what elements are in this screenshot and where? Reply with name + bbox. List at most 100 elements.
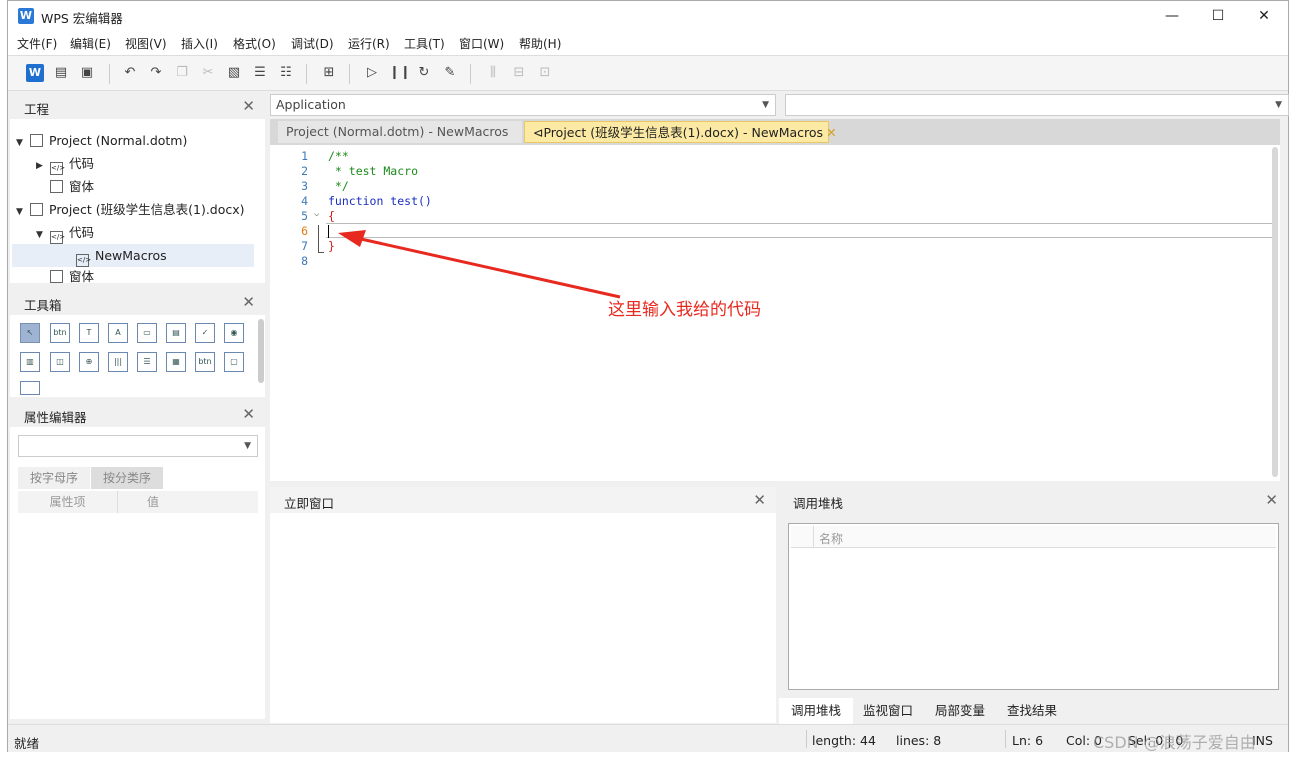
menu-help[interactable]: 帮助(H) — [519, 35, 561, 52]
immediate-window[interactable]: 立即窗口 ✕ — [270, 487, 776, 723]
close-tab-icon[interactable]: ✕ — [826, 125, 836, 140]
tab-watch[interactable]: 监视窗口 — [851, 698, 925, 724]
macro-tab-icon: ⊲ — [533, 125, 544, 140]
pointer-tool-icon[interactable]: ↖ — [20, 323, 40, 343]
wps-logo-icon[interactable]: W — [26, 64, 44, 82]
callstack-list[interactable]: 名称 — [788, 523, 1279, 690]
tab-alphabetic[interactable]: 按字母序 — [18, 467, 90, 489]
label-tool-icon[interactable]: T — [79, 323, 99, 343]
title-bar: W WPS 宏编辑器 — ☐ ✕ — [8, 1, 1288, 31]
code-folder-icon: </> — [50, 162, 65, 175]
fold-icon[interactable]: ⌵ — [314, 209, 319, 219]
tree-item-doc-project[interactable]: ▼ Project (班级学生信息表(1).docx) — [16, 198, 245, 221]
close-icon[interactable]: ✕ — [1265, 491, 1278, 509]
close-icon[interactable]: ✕ — [242, 97, 255, 115]
tab-callstack[interactable]: 调用堆栈 — [779, 698, 854, 724]
cut-icon[interactable]: ✂ — [199, 64, 217, 82]
menu-file[interactable]: 文件(F) — [17, 35, 57, 52]
tab-categorized[interactable]: 按分类序 — [91, 467, 163, 489]
close-icon[interactable]: ✕ — [753, 491, 766, 509]
menu-insert[interactable]: 插入(I) — [181, 35, 218, 52]
distribute-icon[interactable]: ⊡ — [536, 64, 554, 82]
menu-window[interactable]: 窗口(W) — [459, 35, 504, 52]
listbox-tool-icon[interactable]: ▥ — [20, 352, 40, 372]
project-icon — [30, 134, 43, 147]
properties-panel: 属性编辑器 ✕ ▼ 按字母序 按分类序 属性项 值 — [10, 401, 265, 719]
status-length: length: 44 — [812, 733, 876, 748]
tab-normal-newmacros[interactable]: Project (Normal.dotm) - NewMacros — [278, 121, 522, 143]
picture-tool-icon[interactable]: ▢ — [224, 352, 244, 372]
object-combo[interactable]: Application ▼ — [270, 94, 776, 116]
copy-icon[interactable]: ❐ — [173, 64, 191, 82]
status-line-number: Ln: 6 — [1012, 733, 1044, 748]
tree-item-code[interactable]: ▶ </> 代码 — [36, 152, 94, 175]
frame-tool-icon[interactable]: ▭ — [137, 323, 157, 343]
insert-userform-icon[interactable]: ⊞ — [320, 64, 338, 82]
uncomment-icon[interactable]: ☷ — [277, 64, 295, 82]
project-icon — [30, 203, 43, 216]
toolbar: W ▤ ▣ ↶ ↷ ❐ ✂ ▧ ☰ ☷ ⊞ ▷ ❙❙ ↻ ✎ ⫼ ⊟ ⊡ — [8, 55, 1288, 91]
reset-icon[interactable]: ↻ — [415, 64, 433, 82]
run-icon[interactable]: ▷ — [363, 64, 381, 82]
button-tool-icon[interactable]: btn — [50, 323, 70, 343]
callstack-panel: 调用堆栈 ✕ 名称 — [779, 487, 1288, 697]
column-header-value: 值 — [118, 491, 258, 513]
tabstrip-tool-icon[interactable] — [20, 381, 40, 395]
menu-debug[interactable]: 调试(D) — [291, 35, 334, 52]
paste-icon[interactable]: ▧ — [225, 64, 243, 82]
tree-item-newmacros[interactable]: </> NewMacros — [12, 244, 254, 267]
spin-tool-icon[interactable]: ◫ — [50, 352, 70, 372]
procedure-combo[interactable]: ▼ — [785, 94, 1289, 116]
tree-item-forms[interactable]: 窗体 — [36, 175, 94, 198]
combobox-tool-icon[interactable]: ▤ — [166, 323, 186, 343]
menu-bar: 文件(F) 编辑(E) 视图(V) 插入(I) 格式(O) 调试(D) 运行(R… — [8, 31, 1288, 55]
hscroll-tool-icon[interactable]: ||| — [108, 352, 128, 372]
menu-run[interactable]: 运行(R) — [348, 35, 390, 52]
toggle-tool-icon[interactable]: btn — [195, 352, 215, 372]
image-tool-icon[interactable]: ▦ — [166, 352, 186, 372]
save-icon[interactable]: ▣ — [78, 64, 96, 82]
comment-icon[interactable]: ☰ — [251, 64, 269, 82]
textbox-tool-icon[interactable]: A — [108, 323, 128, 343]
minimize-button[interactable]: — — [1149, 1, 1195, 31]
menu-tools[interactable]: 工具(T) — [404, 35, 445, 52]
menu-format[interactable]: 格式(O) — [233, 35, 276, 52]
code-editor[interactable]: 1 2 3 4 5 6 7 8 ⌵ /** * test Macro */ fu… — [270, 145, 1280, 481]
macro-editor-window: W WPS 宏编辑器 — ☐ ✕ 文件(F) 编辑(E) 视图(V) 插入(I)… — [7, 0, 1289, 752]
column-header-property: 属性项 — [18, 491, 118, 513]
align-icon[interactable]: ⫼ — [484, 64, 502, 82]
status-lines: lines: 8 — [896, 733, 942, 748]
scrollbar-tool-icon[interactable]: ⊕ — [79, 352, 99, 372]
undo-icon[interactable]: ↶ — [121, 64, 139, 82]
object-selector[interactable]: ▼ — [18, 435, 258, 457]
menu-view[interactable]: 视图(V) — [125, 35, 167, 52]
column-header-name: 名称 — [819, 532, 844, 546]
project-panel: 工程 ✕ ▼ Project (Normal.dotm) ▶ </> 代码 窗体 ▼ Pr… — [10, 93, 265, 283]
design-mode-icon[interactable]: ✎ — [441, 64, 459, 82]
window-title: WPS 宏编辑器 — [41, 11, 123, 26]
module-icon: </> — [76, 254, 91, 267]
tab-doc-newmacros[interactable]: ⊲Project (班级学生信息表(1).docx) - NewMacros ✕ — [524, 121, 837, 143]
vscroll-tool-icon[interactable]: ☰ — [137, 352, 157, 372]
tree-item-code[interactable]: ▼ </> 代码 — [36, 221, 94, 244]
close-icon[interactable]: ✕ — [242, 405, 255, 423]
center-icon[interactable]: ⊟ — [510, 64, 528, 82]
current-line-highlight — [326, 223, 1278, 238]
new-module-icon[interactable]: ▤ — [52, 64, 70, 82]
redo-icon[interactable]: ↷ — [147, 64, 165, 82]
close-button[interactable]: ✕ — [1241, 1, 1287, 31]
radio-tool-icon[interactable]: ◉ — [224, 323, 244, 343]
maximize-button[interactable]: ☐ — [1195, 1, 1241, 31]
pause-icon[interactable]: ❙❙ — [389, 64, 411, 82]
close-icon[interactable]: ✕ — [242, 293, 255, 311]
toolbox-panel: 工具箱 ✕ ↖ btn T A ▭ ▤ ✓ ◉ ▥ ◫ ⊕ ||| ☰ ▦ btn… — [10, 289, 265, 397]
editor-scrollbar[interactable] — [1272, 147, 1278, 477]
tab-locals[interactable]: 局部变量 — [923, 698, 997, 724]
checkbox-tool-icon[interactable]: ✓ — [195, 323, 215, 343]
tree-item-normal-project[interactable]: ▼ Project (Normal.dotm) — [16, 129, 187, 152]
tab-find-results[interactable]: 查找结果 — [995, 698, 1069, 724]
tree-item-forms[interactable]: 窗体 — [36, 267, 94, 283]
toolbox-scrollbar[interactable] — [258, 319, 264, 383]
menu-edit[interactable]: 编辑(E) — [70, 35, 111, 52]
immediate-window-title: 立即窗口 — [284, 496, 335, 511]
